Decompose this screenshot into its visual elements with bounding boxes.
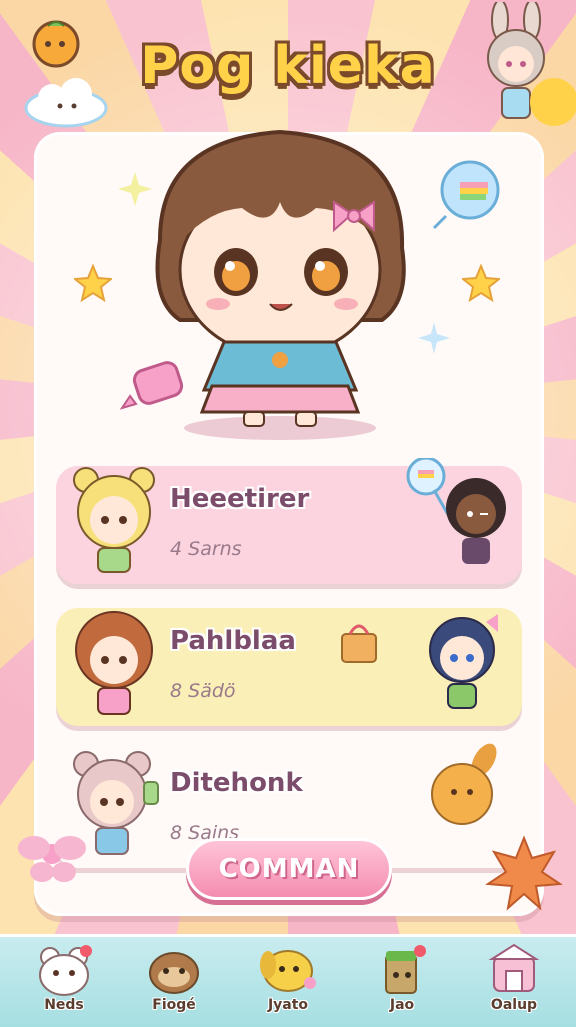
sun-icon bbox=[530, 78, 576, 126]
bear-icon bbox=[39, 945, 92, 996]
maple-leaf-icon bbox=[485, 835, 563, 911]
nav-label: Oalup bbox=[490, 997, 538, 1013]
card-subtitle: 8 Sädö bbox=[170, 680, 236, 702]
nav-item-neds[interactable]: Neds bbox=[16, 941, 112, 1025]
nav-item-oalup[interactable]: Oalup bbox=[466, 941, 562, 1025]
card-title: Ditehonk bbox=[170, 768, 303, 798]
cup-icon bbox=[385, 945, 426, 994]
hero-character[interactable] bbox=[120, 120, 440, 442]
flower-bow-icon bbox=[18, 836, 86, 882]
nav-label: Jao bbox=[389, 997, 415, 1013]
star-icon bbox=[74, 264, 112, 302]
nav-item-fioge[interactable]: Fiogé bbox=[126, 941, 222, 1025]
nav-item-jao[interactable]: Jao bbox=[354, 941, 450, 1025]
star-icon bbox=[462, 264, 500, 302]
avatar-auburn-hair bbox=[75, 611, 153, 715]
command-button[interactable]: COMMAN bbox=[186, 838, 392, 900]
avatar-blonde-bear bbox=[73, 467, 155, 573]
character-card-1[interactable]: Heeetirer 4 Sarns bbox=[56, 458, 522, 584]
character-card-2[interactable]: Pahlblaa 8 Sädö bbox=[56, 608, 522, 726]
nav-item-jyato[interactable]: Jyato bbox=[240, 941, 336, 1025]
card-title: Heeetirer bbox=[170, 484, 310, 514]
avatar-navy-bow bbox=[429, 614, 498, 709]
shop-icon bbox=[488, 943, 540, 992]
card-title: Pahlblaa bbox=[170, 626, 296, 656]
nav-label: Fiogé bbox=[152, 997, 196, 1013]
dog-icon bbox=[260, 950, 316, 992]
card-subtitle: 4 Sarns bbox=[170, 538, 242, 560]
gift-bag-icon bbox=[341, 624, 377, 663]
bottom-nav: Neds Fiogé Jyato Jao Oalup bbox=[0, 934, 576, 1027]
tanuki-icon bbox=[149, 952, 199, 994]
nav-label: Jyato bbox=[267, 997, 309, 1013]
avatar-dark-hair bbox=[406, 458, 506, 564]
nav-label: Neds bbox=[44, 997, 84, 1013]
